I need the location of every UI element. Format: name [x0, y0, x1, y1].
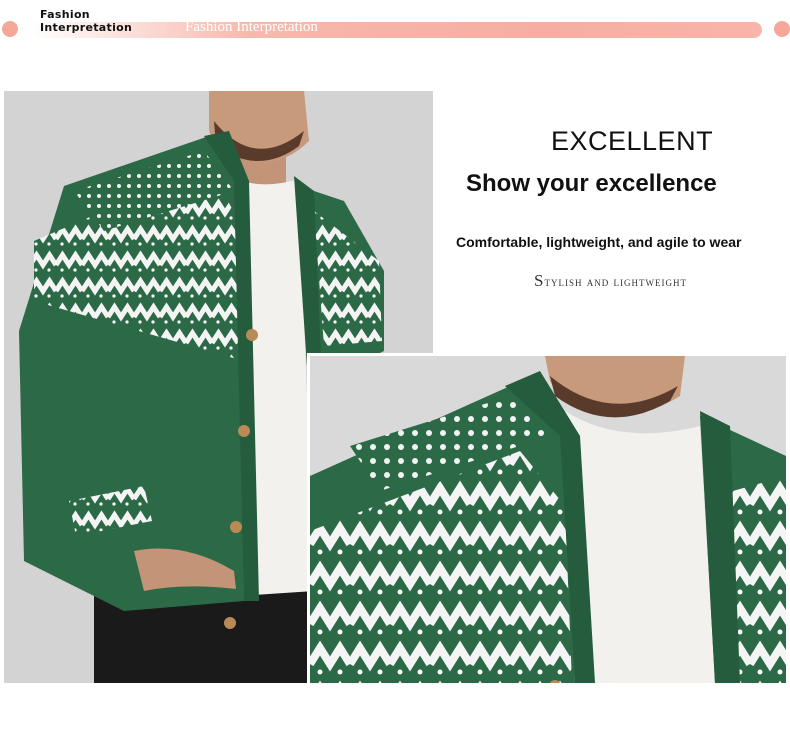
header-banner: Fashion Interpretation Fashion Interpret…	[0, 0, 790, 48]
headline: EXCELLENT	[551, 126, 714, 156]
model-closeup-cardigan-photo	[307, 353, 786, 683]
tagline: Stylish and lightweight	[534, 271, 687, 290]
subheadline: Show your excellence	[466, 170, 717, 197]
brand-name-line1: Fashion	[40, 8, 90, 21]
banner-right-dot	[774, 21, 790, 37]
banner-title: Fashion Interpretation	[185, 19, 318, 35]
brand-name-line2: Interpretation	[40, 21, 133, 34]
feature-text: Comfortable, lightweight, and agile to w…	[456, 234, 742, 250]
banner-bar	[28, 22, 762, 38]
banner-left-dot	[2, 21, 18, 37]
